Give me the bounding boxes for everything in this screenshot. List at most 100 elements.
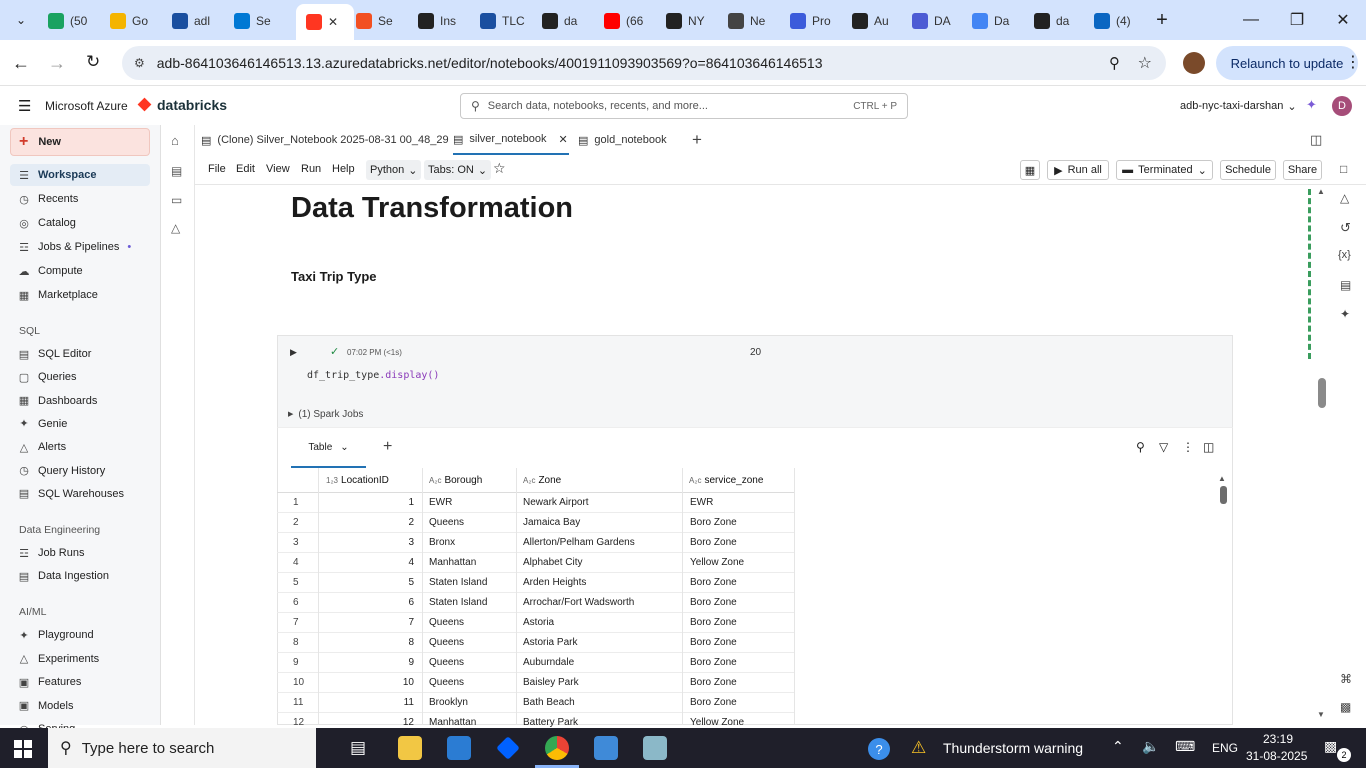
column-header-zone[interactable]: A₂c Zone (517, 468, 683, 493)
sidebar-item-compute[interactable]: ☁ Compute (10, 260, 150, 282)
address-bar[interactable]: ⚙ adb-864103646146513.13.azuredatabricks… (122, 46, 1166, 80)
table-row[interactable]: 10 10 Queens Baisley Park Boro Zone (277, 673, 795, 693)
browser-tab[interactable]: adl (172, 8, 224, 34)
sidebar-item-dashboards[interactable]: ▦ Dashboards (10, 390, 150, 412)
cell-zone[interactable]: Allerton/Pelham Gardens (517, 533, 683, 553)
sidebar-item-query-history[interactable]: ◷ Query History (10, 460, 150, 482)
cell-service-zone[interactable]: Boro Zone (683, 533, 795, 553)
weather-warning-icon[interactable]: ⚠ (911, 738, 926, 758)
cell-borough[interactable]: Queens (423, 653, 517, 673)
share-button[interactable]: Share (1283, 160, 1322, 180)
cell-zone[interactable]: Astoria (517, 613, 683, 633)
browser-tab[interactable]: da (542, 8, 594, 34)
cell-zone[interactable]: Arden Heights (517, 573, 683, 593)
browser-menu-icon[interactable]: ⋮ (1345, 52, 1361, 72)
sidebar-item-data-ingestion[interactable]: ▤ Data Ingestion (10, 565, 150, 587)
cell-service-zone[interactable]: Boro Zone (683, 593, 795, 613)
code-cell[interactable]: ▶ ✓ 07:02 PM (<1s) 20 df_trip_type.displ… (277, 335, 1233, 427)
clock-date[interactable]: 31-08-2025 (1246, 749, 1307, 763)
table-row[interactable]: 1 1 EWR Newark Airport EWR (277, 493, 795, 513)
add-tab-button[interactable]: + (692, 130, 702, 150)
sidebar-item-sql-warehouses[interactable]: ▤ SQL Warehouses (10, 483, 150, 505)
language-indicator[interactable]: ENG (1212, 741, 1238, 755)
cell-zone[interactable]: Jamaica Bay (517, 513, 683, 533)
history-icon[interactable]: ↺ (1340, 220, 1351, 236)
cell-service-zone[interactable]: Boro Zone (683, 693, 795, 713)
browser-tab[interactable]: Se (356, 8, 408, 34)
table-scrollbar[interactable] (1220, 486, 1227, 504)
notebook-toc-icon[interactable]: ▤ (171, 164, 182, 178)
menu-view[interactable]: View (266, 163, 290, 175)
cell-service-zone[interactable]: Boro Zone (683, 613, 795, 633)
app-icon[interactable] (643, 736, 667, 760)
global-search-input[interactable]: ⚲ Search data, notebooks, recents, and m… (460, 93, 908, 119)
maximize-button[interactable]: ❐ (1274, 0, 1320, 40)
folder-icon[interactable]: ▭ (171, 193, 182, 207)
sidebar-item-workspace[interactable]: ☰ Workspace (10, 164, 150, 186)
cell-locationid[interactable]: 9 (318, 653, 422, 673)
home-icon[interactable]: ⌂ (171, 133, 179, 148)
sidebar-item-genie[interactable]: ✦ Genie (10, 413, 150, 435)
zoom-icon[interactable]: ⚲ (1109, 54, 1120, 72)
sidebar-item-features[interactable]: ▣ Features (10, 671, 150, 693)
tab-gold-notebook[interactable]: ▤ gold_notebook (578, 125, 678, 155)
table-scroll-up-icon[interactable]: ▲ (1218, 474, 1226, 483)
table-row[interactable]: 8 8 Queens Astoria Park Boro Zone (277, 633, 795, 653)
cell-borough[interactable]: Bronx (423, 533, 517, 553)
cell-borough[interactable]: Queens (423, 613, 517, 633)
browser-tab[interactable]: (50 (48, 8, 100, 34)
close-tab-icon[interactable]: ✕ (328, 15, 338, 29)
cell-service-zone[interactable]: Boro Zone (683, 633, 795, 653)
clock-time[interactable]: 23:19 (1263, 732, 1293, 746)
user-avatar[interactable]: D (1332, 96, 1352, 116)
cell-service-zone[interactable]: Boro Zone (683, 513, 795, 533)
browser-tab[interactable]: Se (234, 8, 286, 34)
table-row[interactable]: 11 11 Brooklyn Bath Beach Boro Zone (277, 693, 795, 713)
cell-code[interactable]: df_trip_type.display() (307, 370, 439, 381)
chrome-icon[interactable] (545, 736, 569, 760)
table-row[interactable]: 2 2 Queens Jamaica Bay Boro Zone (277, 513, 795, 533)
databricks-wordmark[interactable]: databricks (157, 97, 227, 113)
cell-locationid[interactable]: 7 (318, 613, 422, 633)
cell-locationid[interactable]: 10 (318, 673, 422, 693)
table-row[interactable]: 7 7 Queens Astoria Boro Zone (277, 613, 795, 633)
result-tab-table[interactable]: Table ⌄ (291, 428, 366, 468)
sidebar-item-recents[interactable]: ◷ Recents (10, 188, 150, 210)
cell-borough[interactable]: Staten Island (423, 593, 517, 613)
shortcuts-icon[interactable]: ⌘ (1340, 672, 1352, 686)
cell-zone[interactable]: Auburndale (517, 653, 683, 673)
favorite-star-icon[interactable]: ☆ (493, 160, 506, 177)
cell-locationid[interactable]: 11 (318, 693, 422, 713)
close-tab-icon[interactable]: ✕ (558, 133, 567, 146)
experiments-icon[interactable]: △ (1340, 191, 1349, 205)
cell-locationid[interactable]: 3 (318, 533, 422, 553)
menu-help[interactable]: Help (332, 163, 355, 175)
comments-icon[interactable]: □ (1340, 162, 1347, 176)
table-row[interactable]: 6 6 Staten Island Arrochar/Fort Wadsworth Bo… (277, 593, 795, 613)
notifications-icon[interactable]: ▩ (1324, 738, 1337, 755)
sidebar-item-jobs-pipelines[interactable]: ☲ Jobs & Pipelines • (10, 236, 150, 258)
browser-tab[interactable]: Da (972, 8, 1024, 34)
cluster-select[interactable]: ▬ Terminated ⌄ (1116, 160, 1213, 180)
tab-silver-notebook[interactable]: ▤ silver_notebook ✕ (453, 125, 569, 155)
cell-locationid[interactable]: 2 (318, 513, 422, 533)
sidebar-item-marketplace[interactable]: ▦ Marketplace (10, 284, 150, 306)
sidebar-item-experiments[interactable]: △ Experiments (10, 648, 150, 670)
cell-zone[interactable]: Alphabet City (517, 553, 683, 573)
browser-tab[interactable]: (4) (1094, 8, 1146, 34)
cell-zone[interactable]: Arrochar/Fort Wadsworth (517, 593, 683, 613)
cell-service-zone[interactable]: Boro Zone (683, 573, 795, 593)
browser-tab[interactable]: Au (852, 8, 904, 34)
back-button[interactable]: ← (12, 53, 30, 74)
more-options-icon[interactable]: ⋮ (1182, 440, 1194, 454)
split-view-icon[interactable]: ◫ (1310, 132, 1322, 148)
close-window-button[interactable]: ✕ (1320, 0, 1366, 40)
workspace-switcher[interactable]: adb-nyc-taxi-darshan ⌄ (1180, 100, 1297, 113)
chart-icon[interactable]: ▤ (1340, 278, 1351, 292)
browser-tab[interactable]: DA (912, 8, 964, 34)
cell-locationid[interactable]: 8 (318, 633, 422, 653)
browser-tab[interactable]: da (1034, 8, 1086, 34)
new-button[interactable]: + New (10, 128, 150, 156)
menu-file[interactable]: File (208, 163, 226, 175)
cell-service-zone[interactable]: EWR (683, 493, 795, 513)
